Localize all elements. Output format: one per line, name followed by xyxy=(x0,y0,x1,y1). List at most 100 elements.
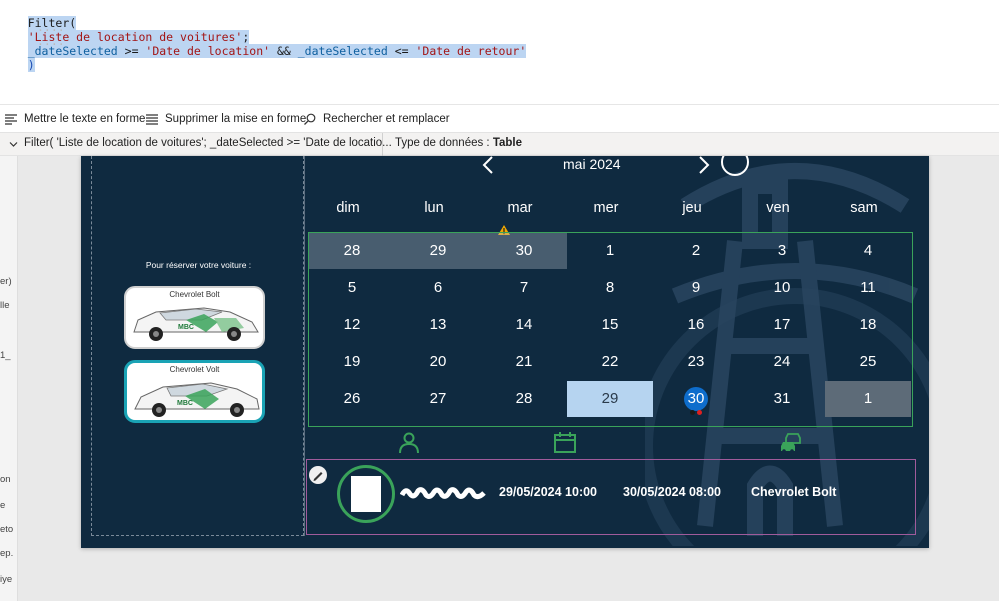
calendar-day[interactable]: 7 xyxy=(481,270,567,306)
edit-icon[interactable] xyxy=(309,466,327,484)
calendar-day[interactable]: 8 xyxy=(567,270,653,306)
calendar-day[interactable]: 11 xyxy=(825,270,911,306)
panel-fragment: e xyxy=(0,500,6,511)
calendar-day[interactable]: 5 xyxy=(309,270,395,306)
code-field: 'Date de retour' xyxy=(415,44,527,58)
formula-summary-bar: Filter( 'Liste de location de voitures';… xyxy=(0,132,999,157)
calendar-day[interactable]: 1 xyxy=(825,381,911,417)
calendar-day[interactable]: 20 xyxy=(395,344,481,380)
calendar-day[interactable]: 18 xyxy=(825,307,911,343)
chevron-left-icon xyxy=(482,156,493,174)
calendar-day-today[interactable]: 30 xyxy=(653,381,739,417)
calendar-day[interactable]: 12 xyxy=(309,307,395,343)
code-field: 'Date de location' xyxy=(145,44,271,58)
reservation-start: 29/05/2024 10:00 xyxy=(499,485,598,499)
car-card-bolt[interactable]: Chevrolet Bolt MBC xyxy=(124,286,265,349)
calendar-day[interactable]: 26 xyxy=(309,381,395,417)
calendar-day[interactable]: 30 xyxy=(481,233,567,269)
left-properties-panel: er) lle 1_ on e eto ep. iye xyxy=(0,156,18,601)
car-logo-text: MBC xyxy=(177,400,193,407)
calendar-day-selected[interactable]: 29 xyxy=(567,381,653,417)
prev-month-button[interactable] xyxy=(481,156,499,176)
weekday-label: ven xyxy=(766,200,790,216)
code-line-2: ···· 'Liste de location de voitures'; xyxy=(0,16,250,44)
chevron-right-icon xyxy=(699,156,710,174)
calendar-day[interactable]: 28 xyxy=(481,381,567,417)
calendar-day[interactable]: 1 xyxy=(567,233,653,269)
formula-preview[interactable]: Filter( 'Liste de location de voitures';… xyxy=(24,137,392,149)
reservation-row[interactable]: 29/05/2024 10:00 30/05/2024 08:00 Chevro… xyxy=(306,459,916,535)
calendar-day[interactable]: 17 xyxy=(739,307,825,343)
calendar-day[interactable]: 24 xyxy=(739,344,825,380)
search-icon xyxy=(304,113,316,125)
remove-format-label: Supprimer la mise en forme xyxy=(165,113,307,125)
app-screen: Pour réserver votre voiture : Chevrolet … xyxy=(81,156,929,548)
calendar-day[interactable]: 29 xyxy=(395,233,481,269)
car-card-volt[interactable]: Chevrolet Volt MBC xyxy=(124,360,265,423)
calendar-day[interactable]: 15 xyxy=(567,307,653,343)
format-text-button[interactable]: Mettre le texte en forme xyxy=(4,110,145,128)
panel-fragment: ep. xyxy=(0,548,14,559)
event-dot xyxy=(697,410,702,415)
find-replace-button[interactable]: Rechercher et remplacer xyxy=(303,110,450,128)
calendar-day[interactable]: 9 xyxy=(653,270,739,306)
redacted-name xyxy=(400,487,486,500)
weekday-label: jeu xyxy=(682,200,702,216)
calendar-day[interactable]: 25 xyxy=(825,344,911,380)
calendar-grid: 28 29 30 1 2 3 4 5 6 7 8 9 10 11 12 13 1… xyxy=(308,232,913,427)
calendar-day[interactable]: 27 xyxy=(395,381,481,417)
event-dot xyxy=(690,410,695,415)
formula-editor[interactable]: Filter( ···· 'Liste de location de voitur… xyxy=(0,0,999,104)
code-line-1: Filter( xyxy=(0,2,77,30)
panel-fragment: eto xyxy=(0,524,14,535)
calendar-day[interactable]: 6 xyxy=(395,270,481,306)
next-month-button[interactable] xyxy=(697,156,715,176)
remove-format-button[interactable]: Supprimer la mise en forme xyxy=(145,110,306,128)
calendar-day[interactable]: 28 xyxy=(309,233,395,269)
calendar-day[interactable]: 31 xyxy=(739,381,825,417)
car-selection-panel: Pour réserver votre voiture : Chevrolet … xyxy=(91,156,304,536)
code-line-3: ···· _dateSelected >= 'Date de location' … xyxy=(0,30,527,58)
panel-fragment: iye xyxy=(0,574,13,585)
calendar-day[interactable]: 3 xyxy=(739,233,825,269)
weekday-label: sam xyxy=(850,200,878,216)
calendar-day[interactable]: 4 xyxy=(825,233,911,269)
person-icon[interactable] xyxy=(397,432,421,454)
code-indent: ···· xyxy=(37,37,65,51)
calendar-day[interactable]: 23 xyxy=(653,344,739,380)
find-replace-label: Rechercher et remplacer xyxy=(323,113,450,125)
avatar-image xyxy=(351,476,381,512)
code-operator: <= xyxy=(387,44,416,58)
cars-icon[interactable] xyxy=(779,432,803,454)
weekday-label: mer xyxy=(593,200,619,216)
calendar-icon[interactable] xyxy=(553,432,577,454)
car-logo-text: MBC xyxy=(178,324,194,331)
event-dots xyxy=(690,410,704,415)
calendar-day[interactable]: 22 xyxy=(567,344,653,380)
code-operator: && xyxy=(270,44,298,58)
divider xyxy=(382,133,383,157)
month-label: mai 2024 xyxy=(563,156,621,172)
reserve-label: Pour réserver votre voiture : xyxy=(145,260,252,270)
weekday-label: mar xyxy=(507,200,533,216)
panel-fragment: 1_ xyxy=(0,350,11,361)
calendar-day[interactable]: 13 xyxy=(395,307,481,343)
data-type-value: Table xyxy=(492,137,523,149)
calendar-day[interactable]: 19 xyxy=(309,344,395,380)
calendar-day[interactable]: 14 xyxy=(481,307,567,343)
calendar-day[interactable]: 2 xyxy=(653,233,739,269)
calendar-panel: mai 2024 dim lun mar mer jeu ven sam 28 … xyxy=(304,156,929,546)
weekday-label: lun xyxy=(424,200,444,216)
code-variable: _dateSelected xyxy=(297,44,388,58)
avatar xyxy=(337,465,395,523)
calendar-day[interactable]: 21 xyxy=(481,344,567,380)
code-close-paren: ) xyxy=(27,58,35,72)
today-bubble: 30 xyxy=(684,387,708,411)
chevron-down-icon[interactable] xyxy=(9,141,18,148)
format-text-icon xyxy=(5,114,17,125)
calendar-day[interactable]: 10 xyxy=(739,270,825,306)
car-name: Chevrolet Volt xyxy=(169,365,220,374)
format-text-label: Mettre le texte en forme xyxy=(24,113,146,125)
calendar-day[interactable]: 16 xyxy=(653,307,739,343)
panel-fragment: lle xyxy=(0,300,10,311)
